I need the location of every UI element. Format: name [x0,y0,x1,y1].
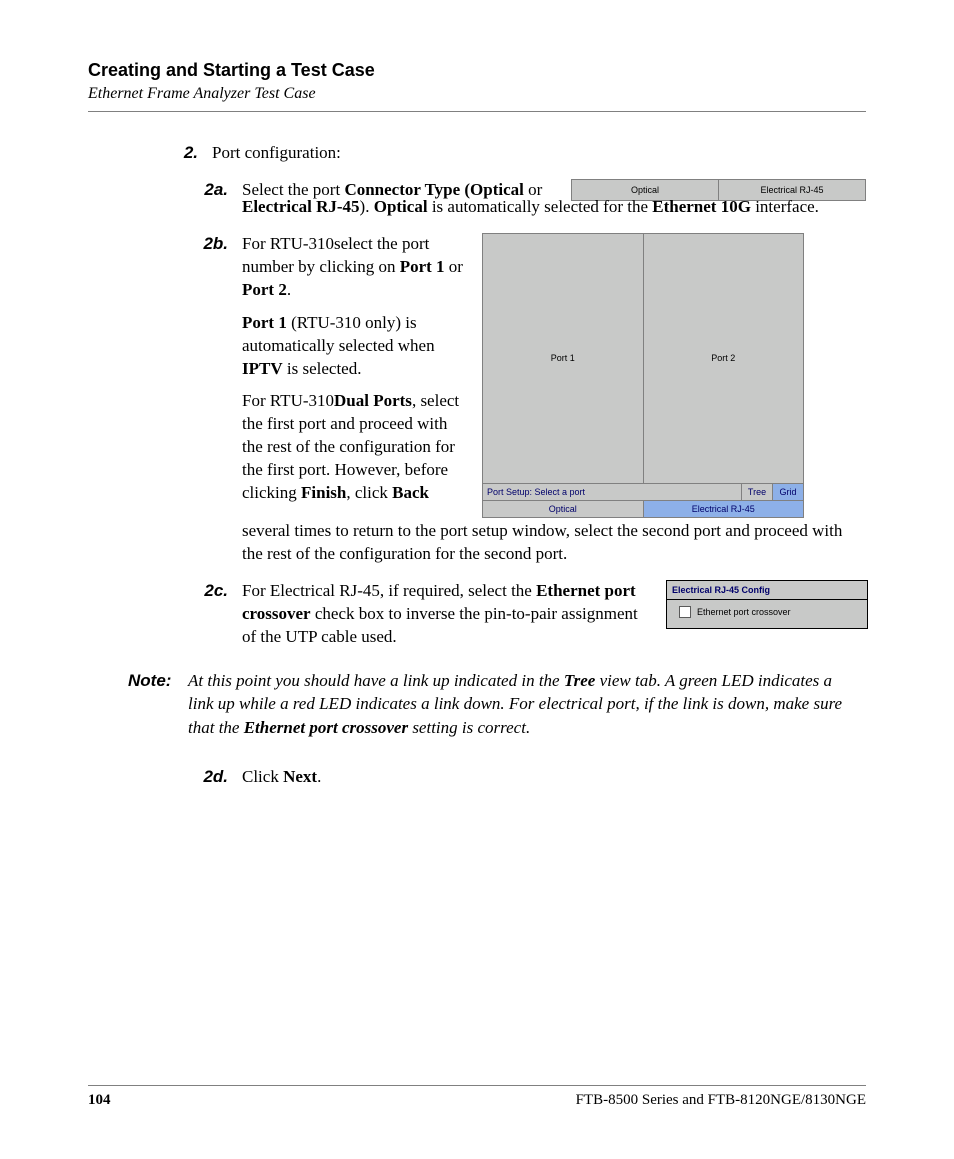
port-1-cell[interactable]: Port 1 [483,234,644,484]
text: or [445,257,463,276]
tab-optical[interactable]: Optical [483,501,644,517]
text: is automatically selected for the [428,197,653,216]
substep-number: 2a. [88,179,242,219]
substep-number: 2d. [88,766,242,789]
bold: Next [283,767,317,786]
bold: Ethernet 10G [652,197,751,216]
step-number: 2. [88,142,212,165]
substep-text: For Electrical RJ-45, if required, selec… [242,580,866,649]
bold: IPTV [242,359,283,378]
substep-text: Click Next. [242,766,866,789]
tab-grid[interactable]: Grid [772,484,803,500]
page-number: 104 [88,1092,111,1109]
bold: Tree [564,671,595,690]
figure-rj45-config: Electrical RJ-45 Config Ethernet port cr… [666,580,868,629]
step-2: 2. Port configuration: [88,142,866,165]
figure-port-setup: Port 1 Port 2 Port Setup: Select a port … [482,233,804,518]
text: Click [242,767,283,786]
bold: Finish [301,483,346,502]
text: . [317,767,321,786]
bold: Electrical RJ-45 [242,197,360,216]
doc-title: FTB-8500 Series and FTB-8120NGE/8130NGE [576,1092,866,1109]
bold: Port 1 [242,313,287,332]
port-2-cell[interactable]: Port 2 [644,234,804,484]
text: At this point you should have a link up … [188,671,564,690]
substep-2c: 2c. For Electrical RJ-45, if required, s… [88,580,866,649]
text: ). [360,197,374,216]
text: interface. [751,197,819,216]
substep-2a: 2a. Select the port Connector Type (Opti… [88,179,866,219]
step-text: Port configuration: [212,142,866,165]
panel-title: Electrical RJ-45 Config [667,581,867,600]
body: 2. Port configuration: 2a. Select the po… [88,142,866,789]
text: . [287,280,291,299]
text: is selected. [283,359,362,378]
bold: Ethernet port crossover [244,718,408,737]
tab-tree[interactable]: Tree [741,484,772,500]
text: For Electrical RJ-45, if required, selec… [242,581,536,600]
header-rule [88,111,866,112]
bold: Dual Ports [334,391,412,410]
section-title: Creating and Starting a Test Case [88,60,866,81]
bold: Port 2 [242,280,287,299]
bold: Optical [374,197,428,216]
substep-2d: 2d. Click Next. [88,766,866,789]
footer: 104 FTB-8500 Series and FTB-8120NGE/8130… [88,1085,866,1109]
tab-electrical-rj45[interactable]: Electrical RJ-45 [644,501,804,517]
bold: Port 1 [400,257,445,276]
checkbox-crossover[interactable] [679,606,691,618]
page: Creating and Starting a Test Case Ethern… [0,0,954,1159]
substep-2b: 2b. For RTU-310select the port number by… [88,233,866,566]
substep-number: 2b. [88,233,242,566]
checkbox-label: Ethernet port crossover [697,606,791,618]
text: , click [346,483,392,502]
substep-number: 2c. [88,580,242,649]
text: For RTU-310 [242,391,334,410]
status-label: Port Setup: Select a port [483,484,741,500]
text: setting is correct. [408,718,530,737]
note-text: At this point you should have a link up … [188,669,866,740]
note: Note: At this point you should have a li… [128,669,866,740]
note-label: Note: [128,669,188,740]
section-subtitle: Ethernet Frame Analyzer Test Case [88,85,866,103]
substep-text: For RTU-310select the port number by cli… [242,233,866,566]
text: several times to return to the port setu… [242,521,842,563]
bold: Back [392,483,429,502]
substep-text: Select the port Connector Type (Optical … [242,179,866,219]
